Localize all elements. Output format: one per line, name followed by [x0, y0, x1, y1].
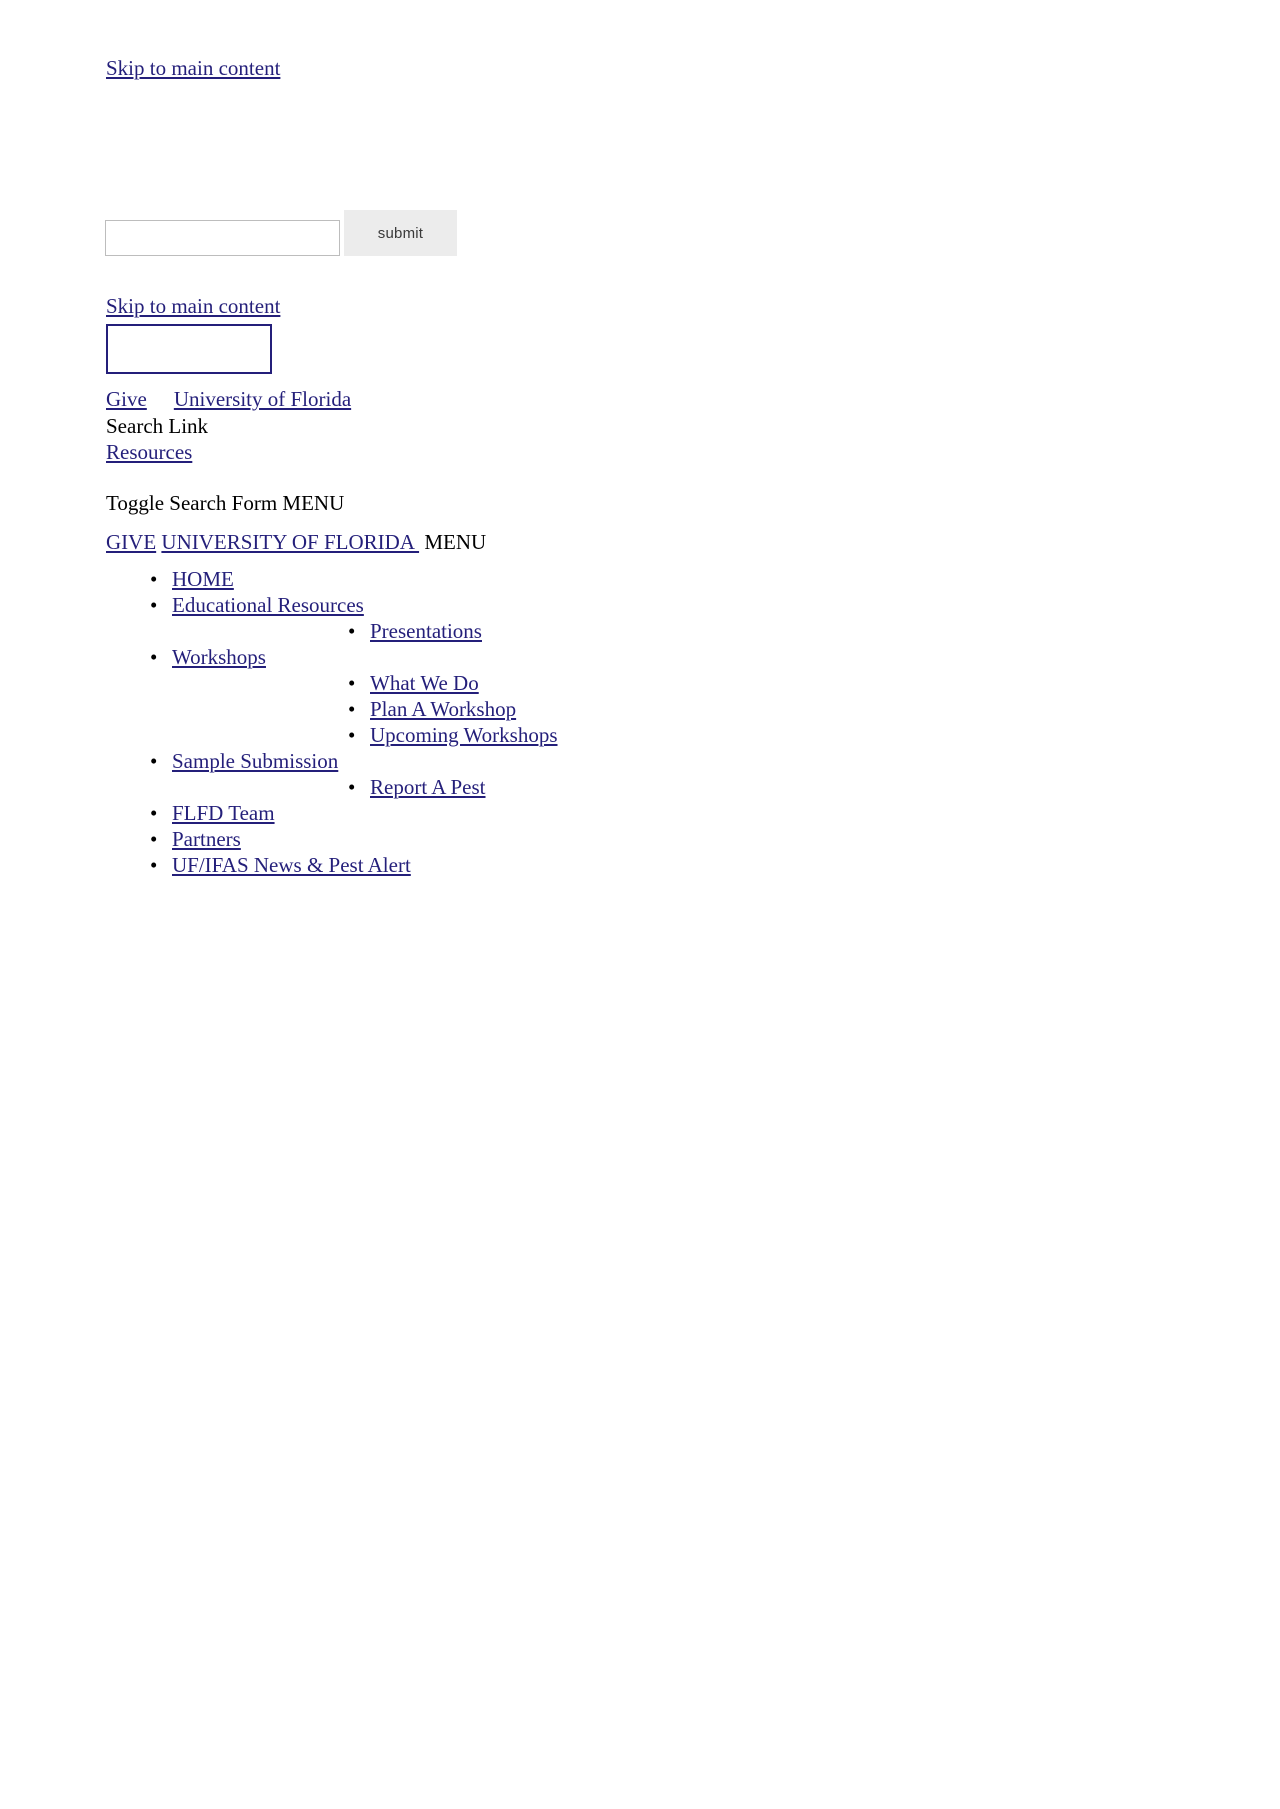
- site-logo-placeholder[interactable]: [106, 324, 272, 374]
- search-input[interactable]: [105, 220, 340, 256]
- sub-nav-link[interactable]: Report A Pest: [370, 775, 486, 799]
- resources-link[interactable]: Resources: [106, 440, 192, 464]
- sub-nav-link[interactable]: Presentations: [370, 619, 482, 643]
- nav-item: • Educational Resources: [0, 592, 1280, 618]
- list-bullet-icon: •: [348, 671, 356, 695]
- list-bullet-icon: •: [348, 697, 356, 721]
- toggle-search-form-label[interactable]: Toggle Search Form: [106, 491, 277, 515]
- sub-nav-link[interactable]: What We Do: [370, 671, 479, 695]
- list-bullet-icon: •: [348, 723, 356, 747]
- menu-label-primary[interactable]: MENU: [282, 491, 344, 515]
- nav-item: • Sample Submission: [0, 748, 1280, 774]
- search-link-text: Search Link: [106, 414, 209, 438]
- nav-link[interactable]: FLFD Team: [172, 801, 275, 825]
- brand-bar-row: GIVE UNIVERSITY OF FLORIDA MENU: [106, 528, 486, 556]
- sub-nav-list: • Report A Pest: [0, 774, 1280, 800]
- skip-to-main-content-link-second[interactable]: Skip to main content: [106, 292, 280, 320]
- resources-row: Resources: [106, 438, 192, 466]
- search-form: submit: [105, 210, 457, 256]
- list-bullet-icon: •: [150, 827, 158, 851]
- university-of-florida-link[interactable]: University of Florida: [174, 387, 351, 411]
- main-navigation: • HOME • Educational Resources • Presentatio…: [0, 566, 1280, 878]
- list-bullet-icon: •: [150, 567, 158, 591]
- give-link[interactable]: Give: [106, 387, 147, 411]
- sub-nav-link[interactable]: Upcoming Workshops: [370, 723, 558, 747]
- nav-link[interactable]: UF/IFAS News & Pest Alert: [172, 853, 411, 877]
- nav-link[interactable]: Partners: [172, 827, 241, 851]
- give-caps-link[interactable]: GIVE: [106, 530, 156, 554]
- nav-item: • Partners: [0, 826, 1280, 852]
- utility-nav-row: Give University of Florida: [106, 385, 351, 413]
- sub-nav-item: • Upcoming Workshops: [0, 722, 1280, 748]
- list-bullet-icon: •: [348, 619, 356, 643]
- menu-label-secondary[interactable]: MENU: [424, 530, 486, 554]
- nav-item: • Workshops: [0, 644, 1280, 670]
- university-of-florida-caps-link[interactable]: UNIVERSITY OF FLORIDA: [161, 530, 419, 554]
- nav-item: • HOME: [0, 566, 1280, 592]
- sub-nav-link[interactable]: Plan A Workshop: [370, 697, 516, 721]
- list-bullet-icon: •: [150, 645, 158, 669]
- nav-item: • UF/IFAS News & Pest Alert: [0, 852, 1280, 878]
- toggle-search-form-row: Toggle Search Form MENU: [106, 489, 344, 517]
- nav-link[interactable]: Sample Submission: [172, 749, 338, 773]
- sub-nav-item: • What We Do: [0, 670, 1280, 696]
- sub-nav-item: • Presentations: [0, 618, 1280, 644]
- sub-nav-item: • Plan A Workshop: [0, 696, 1280, 722]
- search-submit-button[interactable]: submit: [344, 210, 457, 256]
- skip-to-main-content-link-top[interactable]: Skip to main content: [106, 54, 280, 82]
- nav-link[interactable]: HOME: [172, 567, 234, 591]
- list-bullet-icon: •: [150, 853, 158, 877]
- list-bullet-icon: •: [150, 801, 158, 825]
- page-root: Skip to main content submit Skip to main…: [0, 0, 1280, 1809]
- sub-nav-list: • Presentations: [0, 618, 1280, 644]
- sub-nav-item: • Report A Pest: [0, 774, 1280, 800]
- list-bullet-icon: •: [150, 593, 158, 617]
- list-bullet-icon: •: [348, 775, 356, 799]
- nav-link[interactable]: Workshops: [172, 645, 266, 669]
- nav-item: • FLFD Team: [0, 800, 1280, 826]
- main-nav-list: • HOME • Educational Resources • Presentatio…: [0, 566, 1280, 878]
- nav-link[interactable]: Educational Resources: [172, 593, 364, 617]
- list-bullet-icon: •: [150, 749, 158, 773]
- sub-nav-list: • What We Do • Plan A Workshop • Upcoming Wor…: [0, 670, 1280, 748]
